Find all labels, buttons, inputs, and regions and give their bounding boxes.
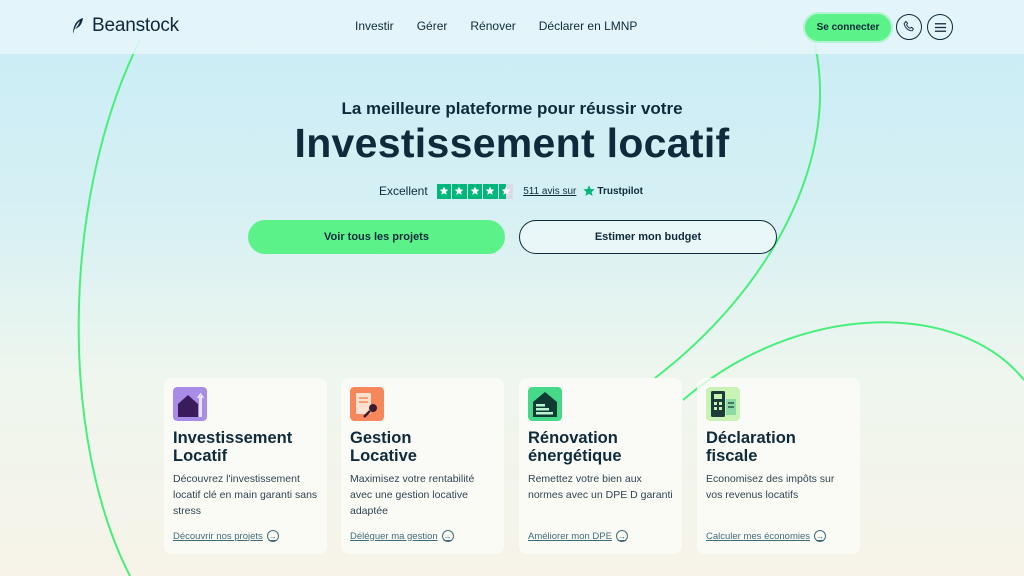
trustpilot-star-icon bbox=[583, 185, 596, 197]
arrow-right-icon: → bbox=[615, 530, 628, 542]
arrow-right-icon: → bbox=[266, 530, 279, 542]
rating-stars bbox=[436, 184, 514, 199]
energy-house-icon bbox=[528, 387, 562, 421]
delegate-management-link[interactable]: Déléguer ma gestion → bbox=[350, 530, 454, 542]
card-link-label: Découvrir nos projets bbox=[173, 530, 263, 542]
view-projects-button[interactable]: Voir tous les projets bbox=[248, 220, 505, 254]
menu-icon bbox=[934, 22, 946, 32]
hero-subtitle: La meilleure plateforme pour réussir vot… bbox=[341, 99, 683, 118]
site-header: Beanstock Investir Gérer Rénover Déclare… bbox=[0, 0, 1024, 54]
star-icon bbox=[452, 184, 467, 199]
card-renovation[interactable]: Rénovation énergétique Remettez votre bi… bbox=[519, 378, 682, 554]
brand-name: Beanstock bbox=[92, 15, 179, 36]
card-investissement[interactable]: Investissement Locatif Découvrez l'inves… bbox=[164, 378, 327, 554]
star-icon bbox=[483, 184, 498, 199]
card-description: Remettez votre bien aux normes avec un D… bbox=[528, 473, 673, 501]
nav-item-gerer[interactable]: Gérer bbox=[417, 19, 448, 33]
nav-item-declarer-lmnp[interactable]: Déclarer en LMNP bbox=[539, 19, 638, 33]
hero-title: Investissement locatif bbox=[294, 120, 730, 166]
arrow-right-icon: → bbox=[814, 530, 827, 542]
estimate-budget-button[interactable]: Estimer mon budget bbox=[519, 220, 777, 254]
star-icon bbox=[467, 184, 483, 199]
card-title: Gestion Locative bbox=[350, 429, 417, 465]
discover-projects-link[interactable]: Découvrir nos projets → bbox=[173, 530, 279, 542]
arrow-right-icon: → bbox=[441, 530, 454, 542]
trustpilot-label: Trustpilot bbox=[597, 185, 643, 197]
phone-button[interactable] bbox=[896, 14, 922, 40]
card-description: Découvrez l'investissement locatif clé e… bbox=[173, 473, 318, 517]
background-curves bbox=[77, 39, 1024, 576]
card-title: Déclaration fiscale bbox=[706, 429, 796, 465]
card-link-label: Améliorer mon DPE bbox=[528, 530, 612, 542]
house-icon bbox=[173, 387, 207, 421]
trustpilot-logo: Trustpilot bbox=[583, 185, 643, 197]
phone-icon bbox=[903, 20, 914, 32]
trustpilot-rating: Excellent 511 avis sur Trustpilot bbox=[379, 184, 643, 199]
card-gestion[interactable]: Gestion Locative Maximisez votre rentabi… bbox=[341, 378, 504, 554]
card-title: Rénovation énergétique bbox=[528, 429, 622, 465]
calculator-icon bbox=[706, 387, 740, 421]
nav-item-renover[interactable]: Rénover bbox=[470, 19, 515, 33]
nav-item-investir[interactable]: Investir bbox=[355, 19, 394, 33]
brand-logo[interactable]: Beanstock bbox=[70, 15, 179, 37]
star-icon bbox=[436, 184, 452, 199]
card-description: Maximisez votre rentabilité avec une ges… bbox=[350, 473, 475, 517]
main-nav: Investir Gérer Rénover Déclarer en LMNP bbox=[355, 19, 637, 33]
card-link-label: Calculer mes économies bbox=[706, 530, 811, 542]
card-title: Investissement Locatif bbox=[173, 429, 293, 465]
card-link-label: Déléguer ma gestion bbox=[350, 530, 438, 542]
improve-dpe-link[interactable]: Améliorer mon DPE → bbox=[528, 530, 628, 542]
calculate-savings-link[interactable]: Calculer mes économies → bbox=[706, 530, 827, 542]
leaf-icon bbox=[73, 18, 83, 34]
document-key-icon bbox=[350, 387, 384, 421]
star-half-icon bbox=[498, 184, 514, 199]
card-description: Economisez des impôts sur vos revenus lo… bbox=[706, 473, 835, 501]
reviews-link[interactable]: 511 avis sur bbox=[523, 186, 576, 197]
card-declaration[interactable]: Déclaration fiscale Economisez des impôt… bbox=[697, 378, 860, 554]
login-button[interactable]: Se connecter bbox=[805, 14, 891, 41]
rating-label: Excellent bbox=[379, 184, 428, 199]
menu-button[interactable] bbox=[927, 14, 953, 40]
